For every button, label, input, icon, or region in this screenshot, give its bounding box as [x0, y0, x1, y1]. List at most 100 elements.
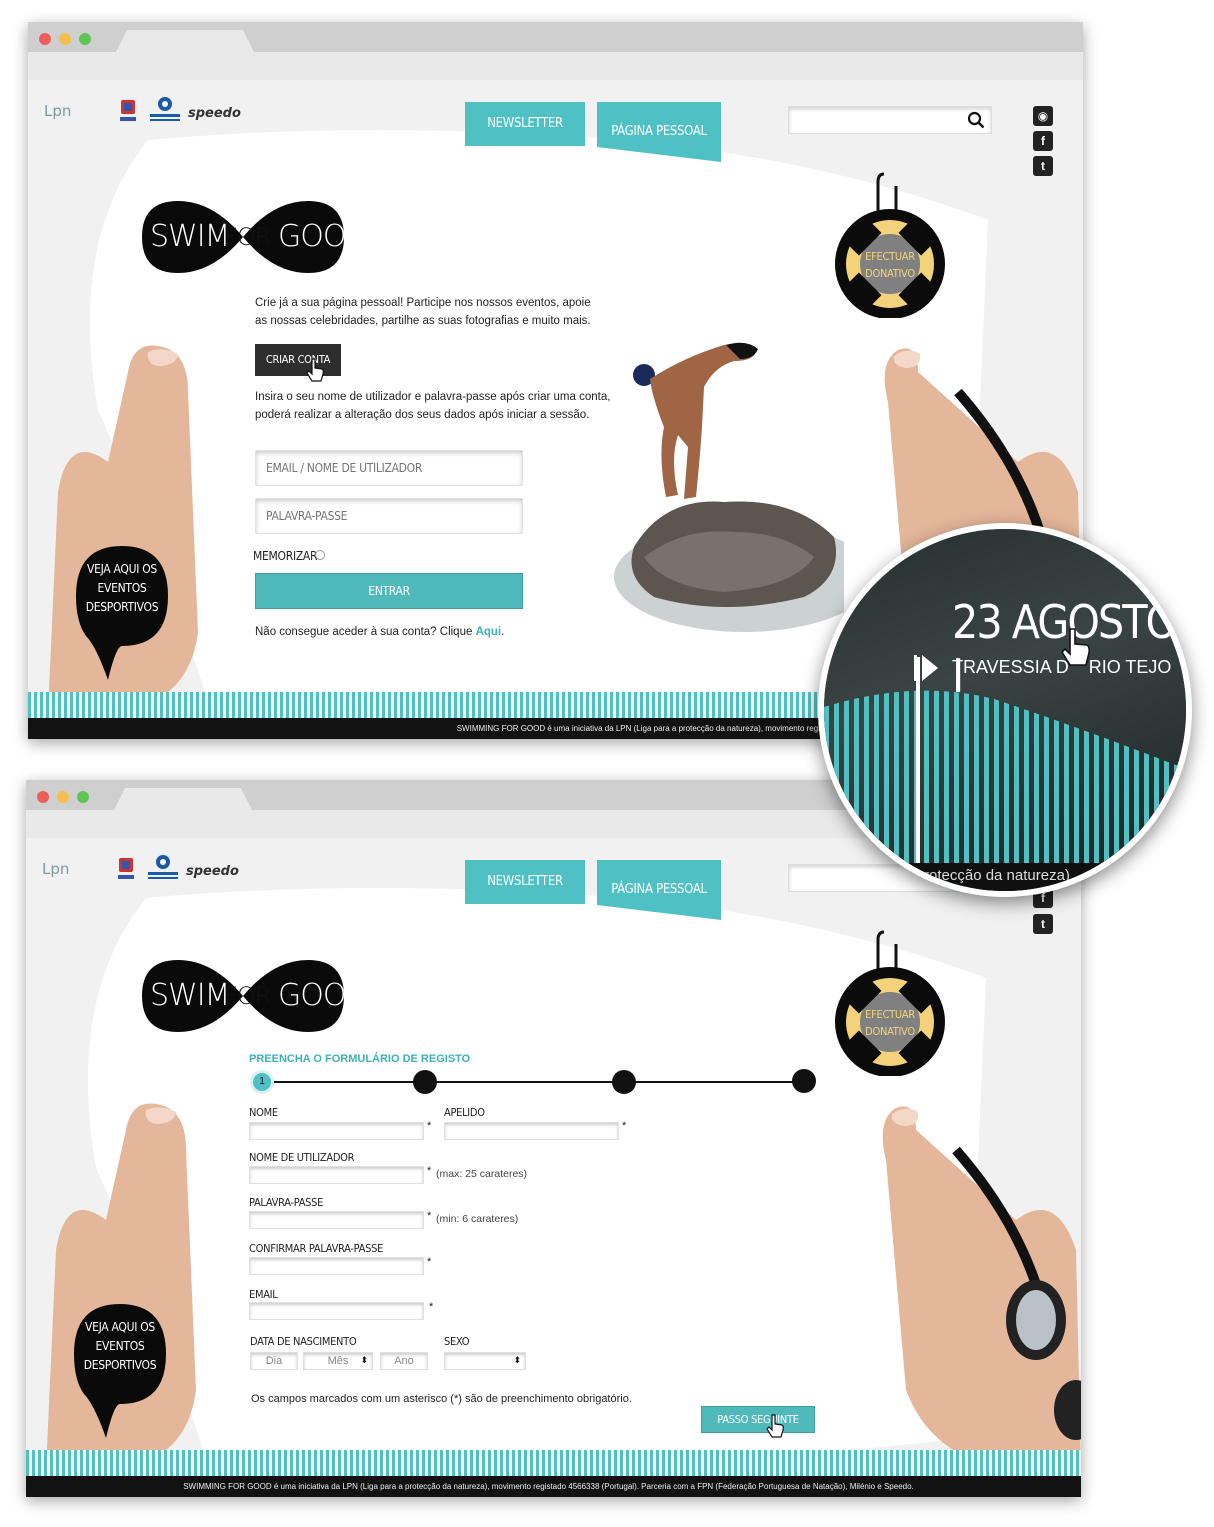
birth-date-label: DATA DE NASCIMENTO [250, 1335, 357, 1348]
password-input[interactable] [255, 498, 523, 534]
search-icon[interactable] [967, 111, 985, 129]
login-submit-button[interactable]: ENTRAR [255, 573, 523, 609]
footer-text: SWIMMING FOR GOOD é uma iniciativa da LP… [26, 1476, 1081, 1497]
maximize-window-button[interactable] [79, 33, 91, 45]
donate-label-1: EFECTUAR [865, 1008, 915, 1021]
required-asterisk: * [429, 1301, 434, 1313]
remember-label: MEMORIZAR [253, 549, 318, 563]
twitter-icon[interactable]: t [1033, 914, 1053, 934]
brand-swim: SWIM [150, 219, 230, 254]
required-asterisk: * [427, 1256, 432, 1268]
forgot-account-link[interactable]: Aqui [476, 626, 502, 638]
brand-good: GOOD [278, 219, 369, 254]
username-label: NOME DE UTILIZADOR [249, 1151, 355, 1164]
surname-input[interactable] [444, 1122, 619, 1140]
speedo-logo: speedo [188, 106, 241, 121]
brand-for: FOR [224, 982, 271, 1010]
donate-button[interactable]: EFECTUAR DONATIVO [832, 168, 948, 323]
step-1-indicator: 1 [250, 1070, 274, 1094]
rss-icon[interactable]: ◉ [1033, 106, 1053, 126]
lifebuoy-icon [835, 172, 945, 319]
play-icon[interactable] [912, 653, 942, 683]
forgot-account-text: Não consegue aceder à sua conta? Clique … [255, 626, 505, 638]
hand-cursor-icon [1060, 628, 1091, 666]
brand-good: GOOD [278, 978, 369, 1013]
year-select[interactable]: Ano [380, 1352, 428, 1370]
progress-line [262, 1081, 806, 1083]
sex-select[interactable]: ⬍ [444, 1352, 526, 1370]
brand-swim: SWIM [150, 978, 230, 1013]
create-account-button[interactable]: CRIAR CONTA [255, 344, 341, 376]
required-note: Os campos marcados com um asterisco (*) … [251, 1393, 632, 1405]
password-input[interactable] [249, 1211, 424, 1229]
sex-label: SEXO [444, 1335, 470, 1348]
remember-radio[interactable] [315, 550, 325, 560]
event-banner-background [824, 657, 1186, 891]
facebook-icon[interactable]: f [1033, 131, 1053, 151]
close-window-button[interactable] [37, 791, 49, 803]
select-arrows-icon: ⬍ [513, 1355, 521, 1365]
maximize-window-button[interactable] [77, 791, 89, 803]
search-input[interactable] [788, 106, 992, 134]
required-asterisk: * [622, 1120, 627, 1132]
hand-cursor-icon [306, 358, 324, 382]
instituto-logo [150, 97, 180, 121]
fpn-logo [118, 858, 134, 879]
lpn-logo: Lpn [44, 102, 72, 120]
donate-label-2: DONATIVO [865, 267, 915, 280]
donate-label-2: DONATIVO [865, 1025, 915, 1038]
required-asterisk: * [427, 1120, 432, 1132]
confirm-password-label: CONFIRMAR PALAVRA-PASSE [249, 1242, 384, 1255]
step-2-indicator [413, 1070, 437, 1094]
sports-events-bubble[interactable]: VEJA AQUI OS EVENTOS DESPORTIVOS [72, 542, 172, 687]
username-hint: (max: 25 carateres) [436, 1168, 528, 1180]
instituto-logo [148, 855, 178, 879]
login-intro: Crie já a sua página pessoal! Participe … [255, 297, 591, 327]
donate-button[interactable]: EFECTUAR DONATIVO [832, 926, 948, 1081]
day-select[interactable]: Dia [250, 1352, 298, 1370]
confirm-password-input[interactable] [249, 1257, 424, 1275]
footer-zoom-text: rotecção da natureza) [924, 867, 1070, 884]
surname-label: APELIDO [444, 1106, 485, 1119]
hand-cursor-icon [766, 1414, 784, 1438]
password-hint: (min: 6 carateres) [436, 1213, 519, 1225]
twitter-icon[interactable]: t [1033, 156, 1053, 176]
minimize-window-button[interactable] [57, 791, 69, 803]
password-label: PALAVRA-PASSE [249, 1196, 324, 1209]
swimmer-on-rock-image [614, 342, 844, 632]
login-info: Insira o seu nome de utilizador e palavr… [255, 391, 611, 421]
browser-tab[interactable] [116, 30, 254, 52]
right-hand-with-goggles-image [882, 1106, 1081, 1470]
brand-for: FOR [224, 223, 271, 251]
speedo-logo: speedo [186, 864, 239, 879]
step-4-indicator [792, 1069, 816, 1093]
required-asterisk: * [427, 1210, 432, 1222]
next-step-button[interactable]: PASSO SEGUINTE [701, 1406, 815, 1433]
required-asterisk: * [427, 1165, 432, 1177]
swim-for-good-logo: SWIM FOR GOOD [138, 197, 369, 277]
minimize-window-button[interactable] [59, 33, 71, 45]
sports-events-bubble[interactable]: VEJA AQUI OS EVENTOS DESPORTIVOS [70, 1300, 170, 1445]
name-label: NOME [249, 1106, 278, 1119]
newsletter-nav-button[interactable]: NEWSLETTER [465, 860, 585, 904]
email-label: EMAIL [249, 1288, 278, 1301]
username-input[interactable] [249, 1166, 424, 1184]
browser-toolbar [28, 52, 1083, 80]
footer-stripes [26, 1450, 1081, 1476]
name-input[interactable] [249, 1122, 424, 1140]
zoom-magnifier: 23 AGOSTO I TRAVESSIA D RIO TEJO rotecçã… [818, 523, 1192, 897]
donate-label-1: EFECTUAR [865, 250, 915, 263]
browser-tab[interactable] [114, 788, 252, 810]
newsletter-nav-button[interactable]: NEWSLETTER [465, 102, 585, 146]
browser-chrome [28, 22, 1083, 52]
register-title: PREENCHA O FORMULÁRIO DE REGISTO [249, 1053, 471, 1065]
month-select[interactable]: Mês ⬍ [303, 1352, 373, 1370]
step-3-indicator [612, 1070, 636, 1094]
email-username-input[interactable] [255, 450, 523, 486]
lifebuoy-icon [835, 930, 945, 1077]
lpn-logo: Lpn [42, 860, 70, 878]
close-window-button[interactable] [39, 33, 51, 45]
email-input[interactable] [249, 1302, 424, 1320]
select-arrows-icon: ⬍ [360, 1355, 368, 1365]
fpn-logo [120, 100, 136, 121]
